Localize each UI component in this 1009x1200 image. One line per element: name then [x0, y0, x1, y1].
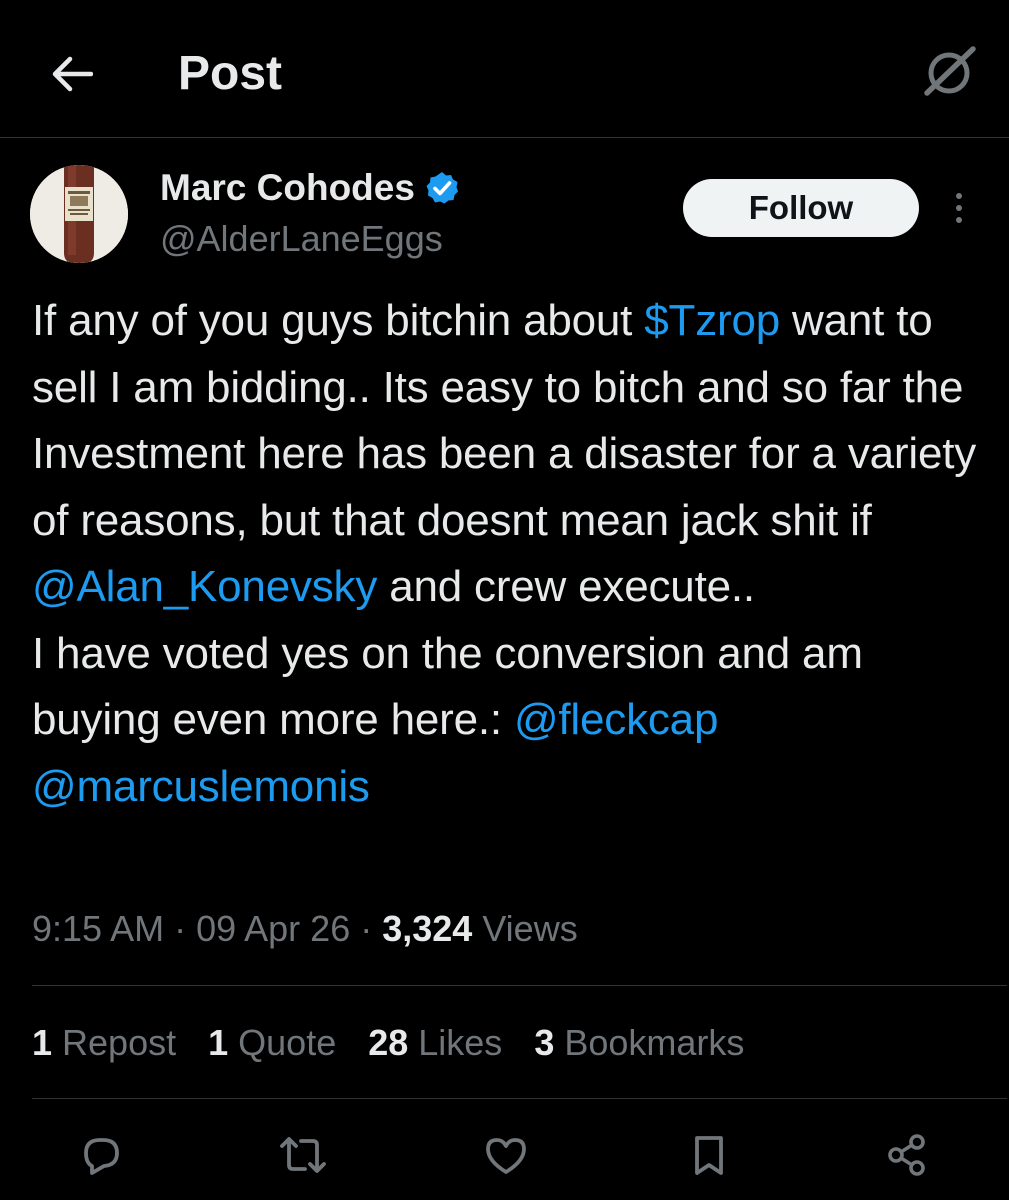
repost-button[interactable] [273, 1125, 333, 1185]
stat-label: Bookmarks [554, 1022, 745, 1063]
share-button[interactable] [877, 1125, 937, 1185]
author-handle[interactable]: @AlderLaneEggs [160, 218, 443, 260]
arrow-left-icon [52, 56, 93, 92]
bookmarks-stat[interactable]: 3 Bookmarks [534, 1022, 744, 1064]
follow-button[interactable]: Follow [683, 179, 919, 237]
stat-count: 1 [208, 1022, 229, 1063]
page-title: Post [178, 47, 283, 100]
stat-count: 1 [32, 1022, 53, 1063]
repost-icon [280, 1137, 326, 1173]
reposts-stat[interactable]: 1 Repost [32, 1022, 176, 1064]
meta-separator: · [164, 908, 197, 949]
grok-icon [924, 46, 976, 96]
mention-link[interactable]: @Alan_Konevsky [32, 562, 377, 611]
post-date[interactable]: 09 Apr 26 [196, 908, 350, 949]
grok-button[interactable] [918, 40, 982, 104]
quotes-stat[interactable]: 1 Quote [208, 1022, 336, 1064]
bookmark-button[interactable] [679, 1125, 739, 1185]
meta-separator: · [350, 908, 383, 949]
back-button[interactable] [40, 42, 104, 106]
stat-label: Likes [408, 1022, 503, 1063]
avatar-bottle-image [30, 165, 128, 263]
more-options-button[interactable] [944, 186, 974, 230]
stat-count: 28 [368, 1022, 409, 1063]
mention-link[interactable]: @marcuslemonis [32, 762, 370, 811]
reply-button[interactable] [71, 1125, 131, 1185]
more-dot-icon [956, 205, 962, 211]
stat-label: Quote [228, 1022, 337, 1063]
bookmark-icon [695, 1136, 723, 1175]
top-bar: Post [0, 0, 1009, 138]
verified-badge-icon [426, 172, 458, 204]
action-bar [0, 1125, 1009, 1185]
divider [32, 1098, 1007, 1099]
author-name[interactable]: Marc Cohodes [160, 167, 415, 209]
post-time[interactable]: 9:15 AM [32, 908, 164, 949]
stat-count: 3 [534, 1022, 555, 1063]
divider [32, 985, 1007, 986]
mention-link[interactable]: @fleckcap [514, 695, 718, 744]
post-text: If any of you guys bitchin about $Tzrop … [32, 288, 982, 820]
views-label: Views [472, 908, 578, 949]
share-icon [888, 1134, 925, 1176]
like-icon [486, 1138, 526, 1174]
views-count: 3,324 [382, 908, 473, 949]
cashtag-link[interactable]: $Tzrop [644, 296, 780, 345]
like-button[interactable] [476, 1125, 536, 1185]
post-text-segment: If any of you guys bitchin about [32, 296, 645, 345]
engagement-stats: 1 Repost 1 Quote 28 Likes 3 Bookmarks [32, 1020, 776, 1066]
stat-label: Repost [52, 1022, 177, 1063]
avatar[interactable] [30, 165, 128, 263]
more-dot-icon [956, 193, 962, 199]
likes-stat[interactable]: 28 Likes [368, 1022, 502, 1064]
more-dot-icon [956, 217, 962, 223]
reply-icon [84, 1138, 119, 1175]
post-meta: 9:15 AM · 09 Apr 26 · 3,324 Views [32, 906, 578, 952]
author-name-row: Marc Cohodes [160, 165, 459, 211]
